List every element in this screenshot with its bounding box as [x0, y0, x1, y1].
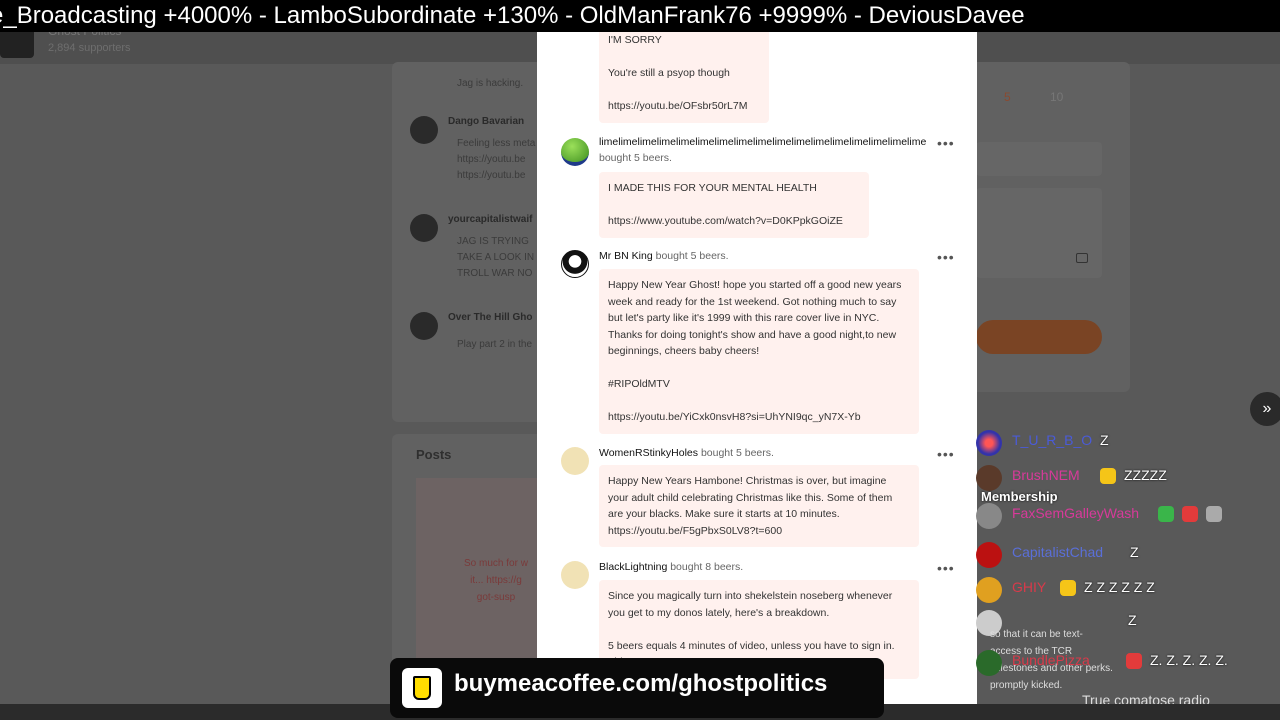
support-button — [976, 320, 1102, 354]
chat-text: Z — [1100, 432, 1109, 448]
creator-avatar — [0, 28, 34, 58]
avatar — [561, 561, 589, 589]
message-field — [976, 188, 1102, 278]
supporter-action: bought 8 beers. — [670, 561, 744, 573]
chat-username: FaxSemGalleyWash — [1012, 505, 1140, 521]
supporter-name: limelimelimelimelimelimelimelimelimelime… — [599, 136, 927, 148]
avatar — [410, 116, 438, 144]
more-options-icon[interactable]: ••• — [937, 250, 955, 264]
moderator-badge-icon — [1126, 653, 1142, 669]
supporter-action: bought 5 beers. — [655, 250, 729, 262]
supporter-message: I MADE THIS FOR YOUR MENTAL HEALTH https… — [599, 172, 869, 238]
chat-username: CapitalistChad — [1012, 544, 1104, 560]
membership-label: Membership — [981, 489, 1058, 504]
ticker-text: e_Broadcasting +4000% - LamboSubordinate… — [0, 2, 1025, 29]
more-options-icon[interactable]: ••• — [937, 136, 955, 150]
coffee-cup-icon — [402, 668, 442, 708]
avatar — [976, 577, 1002, 603]
avatar — [976, 503, 1002, 529]
avatar — [561, 447, 589, 475]
avatar — [561, 250, 589, 278]
avatar — [410, 312, 438, 340]
supporter-message: I'M SORRY You're still a psyop though ht… — [599, 32, 769, 123]
chat-username: T_U_R_B_O — [1012, 432, 1093, 448]
banner-url: buymeacoffee.com/ghostpolitics — [454, 670, 828, 697]
chat-text: Z. Z. Z. Z. Z. — [1150, 652, 1228, 668]
supporters-modal: I'M SORRY You're still a psyop though ht… — [537, 32, 977, 704]
member-badge-icon — [1206, 506, 1222, 522]
donation-ticker: e_Broadcasting +4000% - LamboSubordinate… — [0, 0, 1280, 32]
avatar — [561, 138, 589, 166]
verified-badge-icon — [1158, 506, 1174, 522]
moderator-badge-icon — [1182, 506, 1198, 522]
name-field — [976, 142, 1102, 176]
supporter-action: bought 5 beers. — [599, 152, 672, 164]
avatar — [976, 430, 1002, 456]
chat-text: Z Z Z Z Z Z — [1084, 579, 1155, 595]
camera-icon — [1076, 253, 1088, 263]
avatar — [976, 542, 1002, 568]
more-options-icon[interactable]: ••• — [937, 447, 955, 461]
chat-text: ZZZZZ — [1124, 467, 1167, 483]
supporter-count: 2,894 supporters — [48, 42, 131, 54]
coffee-banner: buymeacoffee.com/ghostpolitics — [390, 658, 884, 718]
chat-username: BrushNEM — [1012, 467, 1080, 483]
chat-text: Z — [1128, 612, 1137, 628]
chat-username: BundlePizza — [1012, 652, 1090, 668]
avatar — [976, 650, 1002, 676]
chat-username: GHIY — [1012, 579, 1047, 595]
more-options-icon[interactable]: ••• — [937, 561, 955, 575]
supporter-name: Mr BN King — [599, 250, 653, 262]
quantity-option-5: 5 — [1004, 90, 1011, 104]
member-badge-icon — [1060, 580, 1076, 596]
supporter-name: BlackLightning — [599, 561, 668, 573]
posts-heading: Posts — [416, 447, 452, 462]
quantity-option-10: 10 — [1050, 90, 1064, 104]
expand-chat-button[interactable]: » — [1250, 392, 1280, 426]
avatar — [976, 465, 1002, 491]
avatar — [410, 214, 438, 242]
member-badge-icon — [1100, 468, 1116, 484]
post-snippet: So much for w it... https://g got-susp — [464, 558, 528, 603]
chat-text: Z — [1130, 544, 1139, 560]
supporter-action: bought 5 beers. — [700, 447, 774, 459]
supporter-message: Happy New Year Ghost! hope you started o… — [599, 269, 919, 434]
supporter-name: WomenRStinkyHoles — [599, 447, 699, 459]
supporter-message: Happy New Years Hambone! Christmas is ov… — [599, 465, 919, 547]
